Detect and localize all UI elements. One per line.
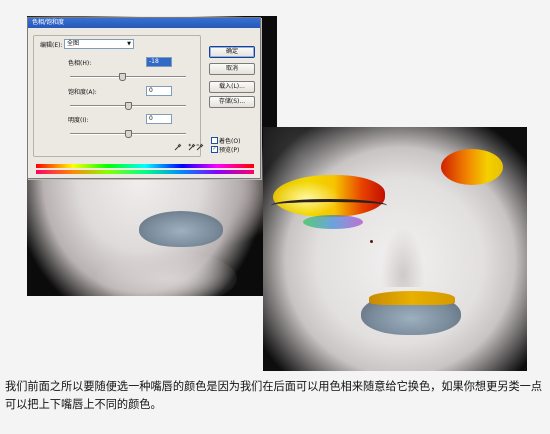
saturation-label: 饱和度(A): [68,89,97,96]
result-color-spectrum [36,170,254,174]
saturation-slider-thumb[interactable] [125,102,132,110]
saturation-input[interactable]: 0 [146,86,172,96]
model-nose [381,227,425,287]
lightness-label: 明度(I): [68,117,89,124]
lightness-input[interactable]: 0 [146,114,172,124]
cancel-button[interactable]: 取消 [209,63,255,75]
load-button[interactable]: 载入(L)... [209,81,255,93]
colorize-label: 着色(O) [219,138,241,145]
eyedropper-plus-icon[interactable] [188,143,196,151]
hue-input[interactable]: -18 [146,57,172,67]
hue-slider-thumb[interactable] [119,73,127,81]
right-eye-makeup [441,149,503,185]
lightness-slider-thumb[interactable] [125,130,132,138]
result-photo [263,127,527,371]
left-eyelashes [271,199,387,212]
face-mole [370,240,373,243]
dialog-title[interactable]: 色相/饱和度 [28,18,260,28]
eyedropper-minus-icon[interactable] [196,143,204,151]
eyedropper-icon[interactable] [174,143,182,151]
edit-label: 编辑(E): [40,42,63,49]
caption-text: 我们前面之所以要随便选一种嘴唇的颜色是因为我们在后面可以用色相来随意给它换色，如… [5,380,543,411]
source-color-spectrum [36,164,254,168]
hue-label: 色相(H): [68,60,92,67]
edit-dropdown[interactable]: 全图 ▼ [64,39,134,49]
upper-lip-color [369,291,455,305]
save-button[interactable]: 存储(S)... [209,96,255,108]
adjustment-group: 编辑(E): 全图 ▼ 色相(H): -18 饱和度(A): 0 明度(I): … [33,35,201,157]
edit-dropdown-value: 全图 [67,40,80,47]
model-lips [139,211,223,247]
colorize-checkbox[interactable] [211,137,218,144]
hue-saturation-dialog: 色相/饱和度 编辑(E): 全图 ▼ 色相(H): -18 饱和度(A): 0 … [27,17,261,179]
hue-slider-track[interactable] [70,76,186,78]
preview-checkbox[interactable]: ✓ [211,146,218,153]
preview-label: 预览(P) [219,147,240,154]
model-chin [97,251,237,296]
ok-button[interactable]: 确定 [209,46,255,58]
chevron-down-icon: ▼ [127,41,131,47]
eye-rainbow-smudge [303,215,363,229]
